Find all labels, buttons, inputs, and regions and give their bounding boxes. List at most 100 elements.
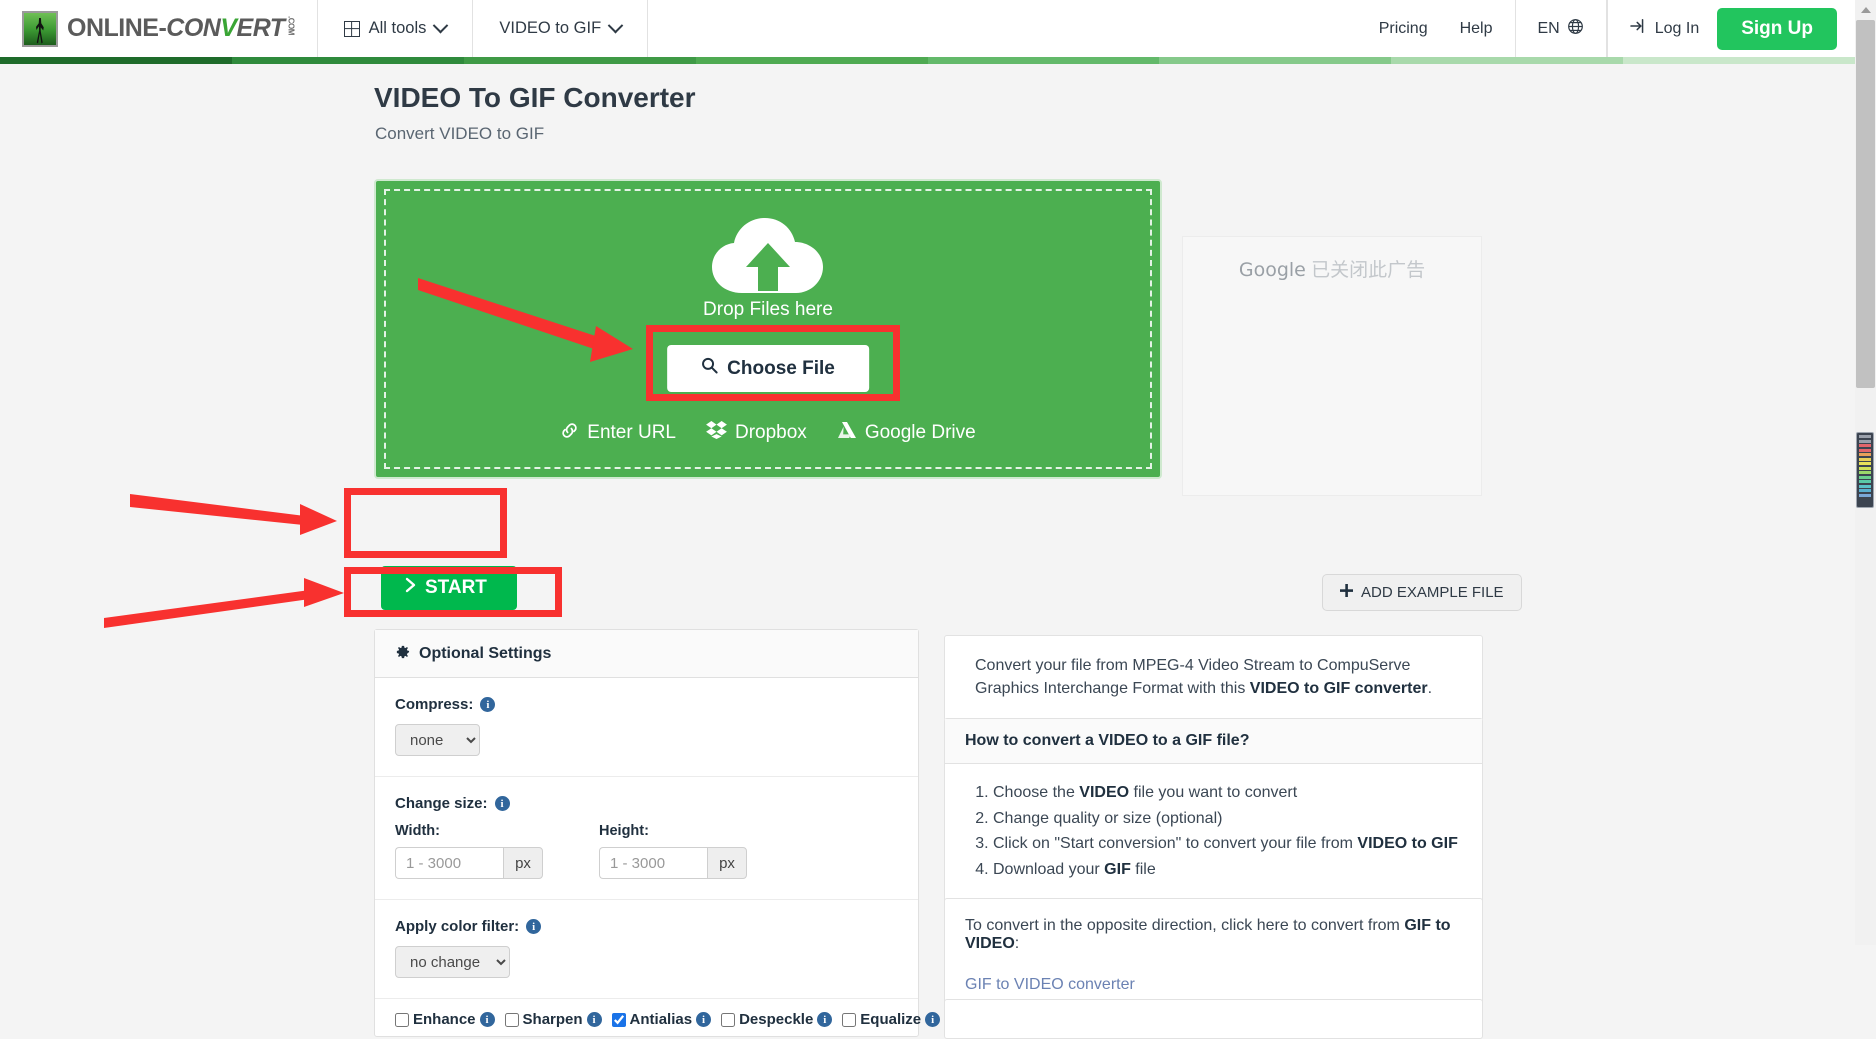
change-size-label-row: Change size: i bbox=[395, 795, 898, 812]
info-icon[interactable]: i bbox=[925, 1012, 941, 1027]
start-button[interactable]: START bbox=[381, 566, 517, 610]
palette-swatch-6[interactable] bbox=[1859, 462, 1871, 465]
info-icon[interactable]: i bbox=[696, 1012, 712, 1027]
info-icon[interactable]: i bbox=[817, 1012, 833, 1027]
opposite-text: To convert in the opposite direction, cl… bbox=[965, 917, 1462, 953]
toggle-equalize[interactable]: Equalize i bbox=[842, 1011, 941, 1028]
palette-swatch-9[interactable] bbox=[1859, 475, 1871, 479]
header-spacer bbox=[648, 0, 1363, 57]
accent-segment-2 bbox=[463, 57, 696, 64]
color-filter-select[interactable]: no change bbox=[395, 946, 510, 978]
howto-step-list: Choose the VIDEO file you want to conver… bbox=[965, 780, 1462, 882]
howto-step-post: file bbox=[1130, 860, 1156, 878]
palette-swatch-12[interactable] bbox=[1859, 489, 1871, 492]
toggle-despeckle[interactable]: Despeckle i bbox=[721, 1011, 833, 1028]
add-example-file-button[interactable]: ADD EXAMPLE FILE bbox=[1322, 574, 1522, 611]
pricing-link[interactable]: Pricing bbox=[1363, 0, 1444, 57]
current-tool-menu[interactable]: VIDEO to GIF bbox=[473, 0, 649, 57]
enter-url-link[interactable]: Enter URL bbox=[560, 421, 676, 445]
gif-to-video-link[interactable]: GIF to VIDEO converter bbox=[965, 976, 1135, 993]
login-label: Log In bbox=[1654, 19, 1700, 37]
height-input[interactable] bbox=[599, 847, 707, 879]
palette-swatch-5[interactable] bbox=[1859, 457, 1871, 461]
page-title: VIDEO To GIF Converter bbox=[374, 82, 696, 113]
logo-text-part3: V bbox=[220, 14, 237, 42]
pricing-label: Pricing bbox=[1378, 19, 1428, 37]
file-dropzone[interactable]: Drop Files here Choose File Enter URL Dr… bbox=[374, 179, 1162, 479]
checkbox-enhance[interactable] bbox=[395, 1012, 409, 1027]
width-input[interactable] bbox=[395, 847, 503, 879]
extra-box bbox=[944, 999, 1483, 1039]
google-drive-link[interactable]: Google Drive bbox=[837, 421, 976, 445]
info-icon[interactable]: i bbox=[479, 1012, 495, 1027]
all-tools-label: All tools bbox=[368, 19, 427, 37]
page-subtitle: Convert VIDEO to GIF bbox=[375, 124, 545, 143]
checkbox-antialias[interactable] bbox=[611, 1012, 626, 1027]
compress-row: Compress: i none bbox=[375, 678, 918, 777]
toggle-antialias[interactable]: Antialias i bbox=[611, 1011, 712, 1028]
howto-step-bold: VIDEO to GIF bbox=[1357, 835, 1458, 853]
palette-swatch-10[interactable] bbox=[1859, 480, 1871, 483]
accent-segment-4 bbox=[927, 57, 1160, 64]
chevron-down-icon bbox=[433, 17, 449, 34]
all-tools-menu[interactable]: All tools bbox=[318, 0, 474, 57]
info-icon[interactable]: i bbox=[586, 1012, 602, 1027]
google-drive-label: Google Drive bbox=[864, 422, 976, 443]
description-post: . bbox=[1427, 680, 1433, 698]
login-button[interactable]: Log In bbox=[1629, 18, 1700, 39]
palette-swatch-11[interactable] bbox=[1859, 484, 1871, 488]
palette-swatch-3[interactable] bbox=[1859, 448, 1871, 452]
opposite-pre: To convert in the opposite direction, cl… bbox=[965, 917, 1405, 934]
site-logo[interactable]: ONLINE-CONVERT .COM bbox=[0, 0, 318, 57]
palette-swatch-8[interactable] bbox=[1859, 471, 1871, 474]
info-icon[interactable]: i bbox=[494, 796, 510, 811]
toggle-enhance[interactable]: Enhance i bbox=[395, 1011, 495, 1028]
dropbox-link[interactable]: Dropbox bbox=[706, 421, 807, 445]
width-label: Width: bbox=[395, 823, 440, 839]
language-selector[interactable]: EN bbox=[1514, 0, 1607, 57]
advertisement-placeholder: Google 已关闭此广告 bbox=[1182, 236, 1482, 496]
add-example-file-label: ADD EXAMPLE FILE bbox=[1361, 584, 1504, 601]
dropbox-icon bbox=[706, 421, 727, 445]
scrollbar-thumb[interactable] bbox=[1856, 20, 1875, 388]
checkbox-despeckle[interactable] bbox=[721, 1012, 736, 1027]
color-filter-label: Apply color filter: bbox=[395, 918, 520, 935]
howto-step: Download your GIF file bbox=[993, 857, 1462, 883]
checkbox-equalize[interactable] bbox=[842, 1012, 857, 1027]
howto-box: How to convert a VIDEO to a GIF file? Ch… bbox=[944, 718, 1483, 904]
compress-select[interactable]: none bbox=[395, 724, 480, 756]
optional-settings-header[interactable]: Optional Settings bbox=[375, 630, 918, 678]
enter-url-label: Enter URL bbox=[587, 422, 676, 443]
palette-swatch-4[interactable] bbox=[1859, 453, 1871, 456]
image-toggles-row: Enhance i Sharpen i Antialias i Despeckle i Equa… bbox=[375, 999, 941, 1036]
info-icon[interactable]: i bbox=[480, 697, 496, 712]
signup-button[interactable]: Sign Up bbox=[1717, 7, 1837, 50]
palette-swatch-13[interactable] bbox=[1859, 493, 1871, 497]
help-link[interactable]: Help bbox=[1444, 0, 1515, 57]
palette-swatch-1[interactable] bbox=[1859, 439, 1871, 443]
compress-label: Compress: bbox=[395, 696, 474, 713]
height-unit: px bbox=[707, 847, 747, 879]
scroll-up-arrow-icon[interactable] bbox=[1855, 0, 1876, 19]
color-palette-widget[interactable] bbox=[1856, 432, 1874, 508]
logo-wordmark: ONLINE-CONVERT .COM bbox=[67, 14, 296, 42]
toggle-sharpen[interactable]: Sharpen i bbox=[504, 1011, 602, 1028]
info-icon[interactable]: i bbox=[526, 919, 542, 934]
accent-segment-3 bbox=[695, 57, 928, 64]
plus-icon bbox=[1340, 584, 1353, 601]
palette-swatch-7[interactable] bbox=[1859, 466, 1871, 470]
size-inputs: Width: px Height: px bbox=[395, 823, 898, 879]
choose-file-button[interactable]: Choose File bbox=[667, 345, 869, 392]
howto-step-pre: Click on "Start conversion" to convert y… bbox=[993, 835, 1358, 853]
toggle-label: Sharpen bbox=[522, 1011, 583, 1028]
width-group: Width: px bbox=[395, 823, 543, 879]
optional-settings-label: Optional Settings bbox=[419, 644, 552, 662]
palette-swatch-0[interactable] bbox=[1859, 435, 1871, 438]
accent-segment-0 bbox=[0, 57, 232, 64]
header-right: Pricing Help EN Log In Sign Up bbox=[1363, 0, 1855, 57]
palette-swatch-2[interactable] bbox=[1859, 444, 1871, 447]
width-input-wrap: px bbox=[395, 847, 543, 879]
gear-icon bbox=[395, 644, 410, 664]
checkbox-sharpen[interactable] bbox=[504, 1012, 519, 1027]
howto-step-bold: VIDEO bbox=[1079, 784, 1130, 801]
